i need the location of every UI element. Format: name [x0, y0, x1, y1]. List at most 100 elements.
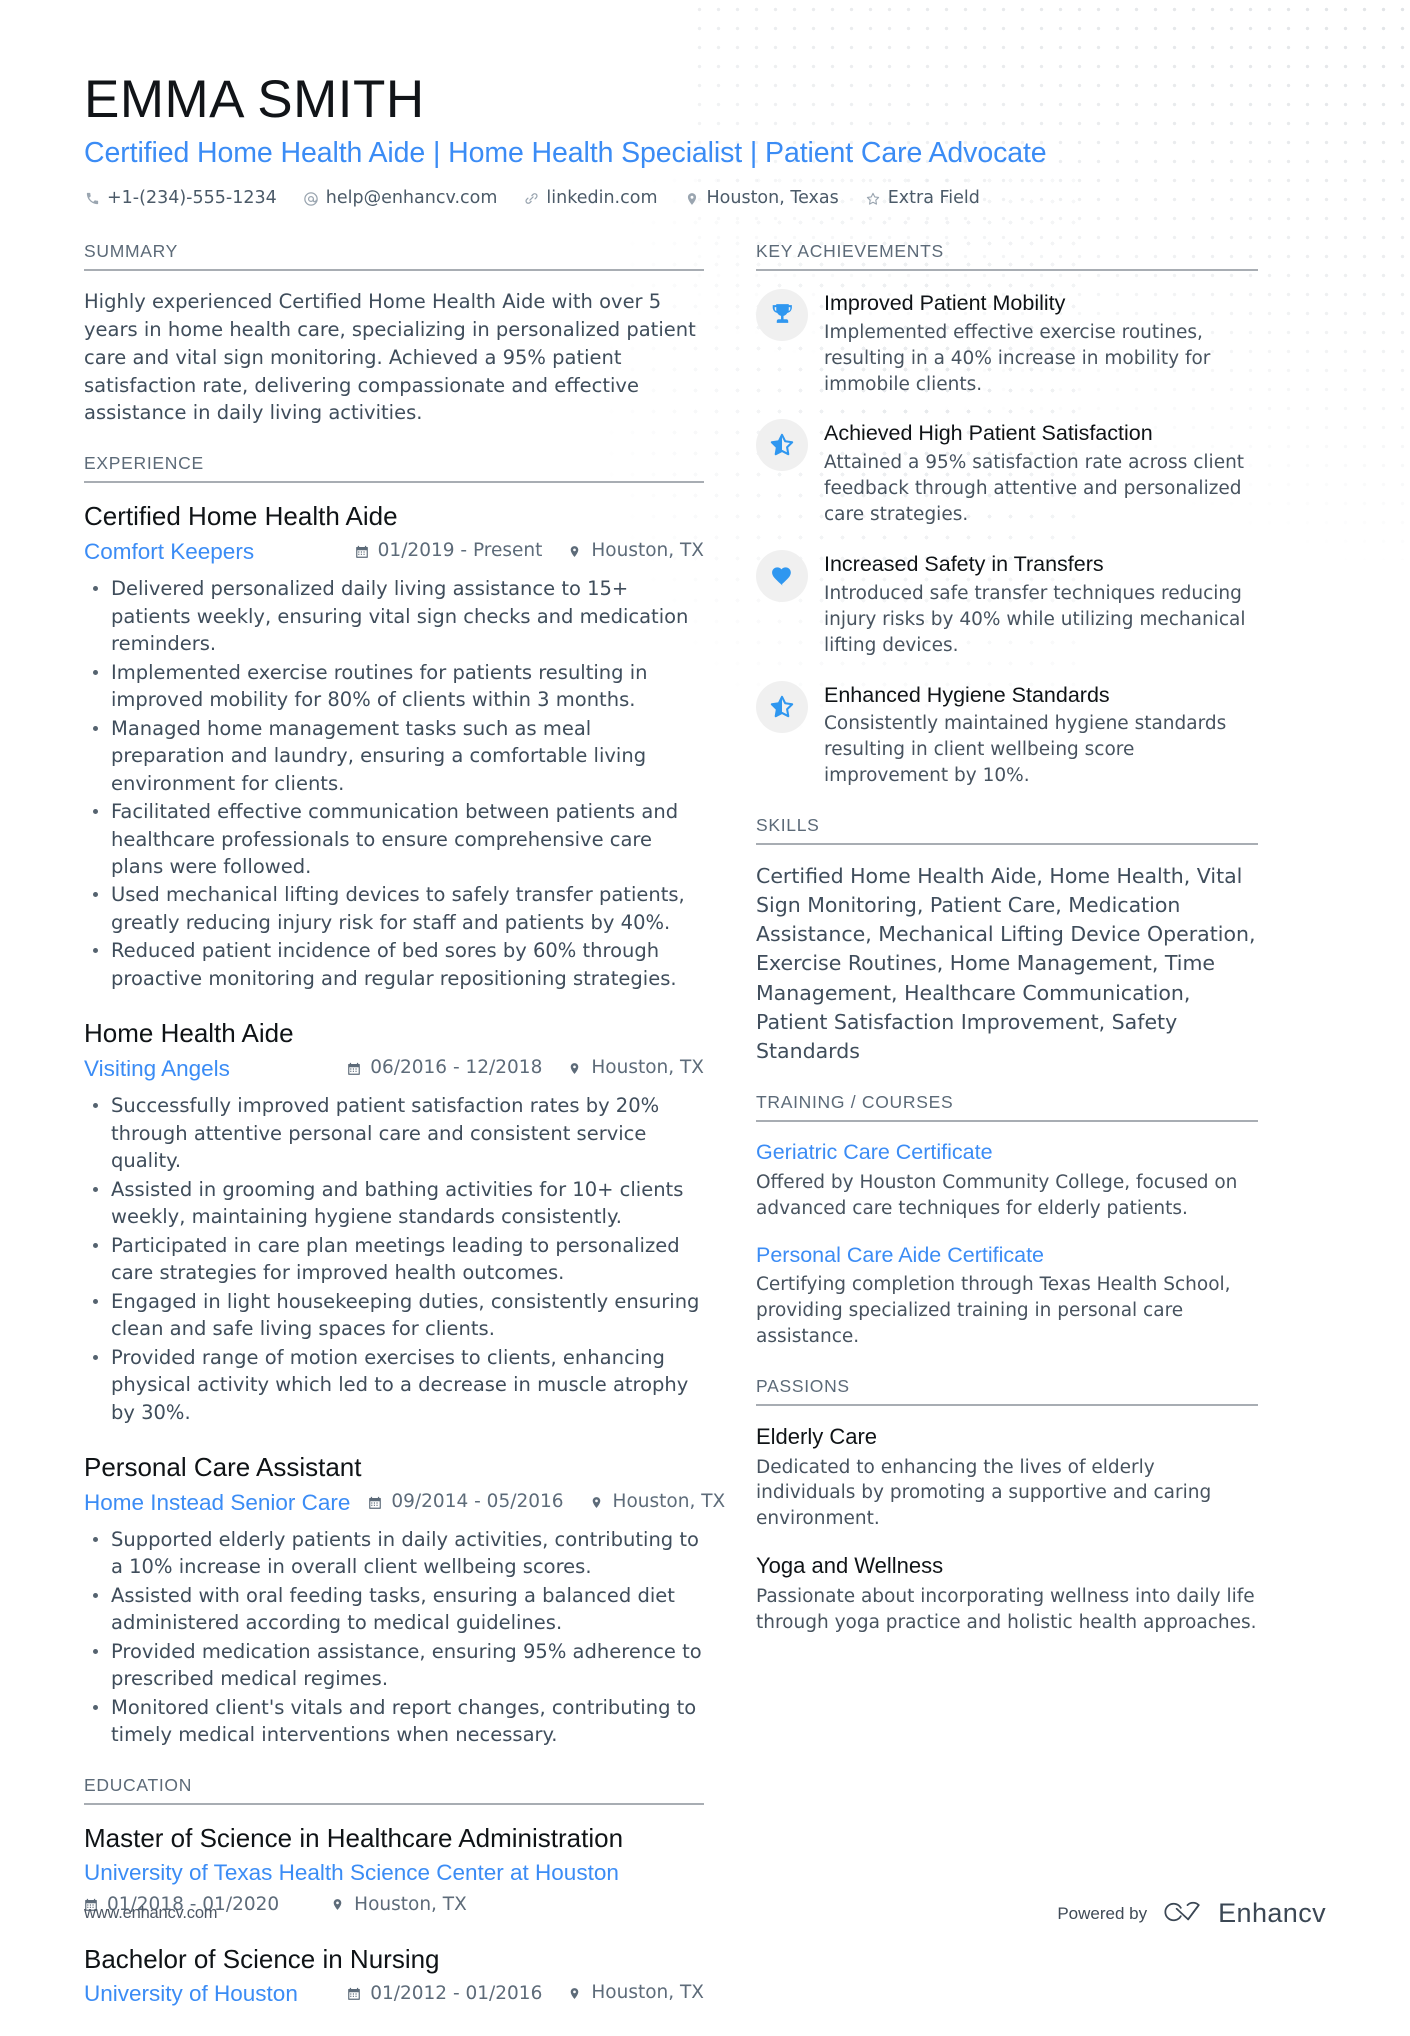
- passion-description: Dedicated to enhancing the lives of elde…: [756, 1456, 1212, 1530]
- training-item: Geriatric Care Certificate Offered by Ho…: [756, 1139, 1258, 1222]
- experience-dates: 09/2014 - 05/2016: [368, 1490, 564, 1515]
- passion-description: Passionate about incorporating wellness …: [756, 1585, 1257, 1633]
- education-location: Houston, TX: [568, 1981, 704, 2006]
- training-name[interactable]: Personal Care Aide Certificate: [756, 1242, 1258, 1269]
- section-title-skills: SKILLS: [756, 815, 1258, 846]
- experience-location-text: Houston, TX: [591, 1056, 704, 1078]
- calendar-icon: [368, 1495, 383, 1510]
- achievement-body: Enhanced Hygiene Standards Consistently …: [824, 680, 1258, 790]
- experience-role: Home Health Aide: [84, 1018, 294, 1049]
- enhancv-brand[interactable]: Enhancv: [1161, 1898, 1326, 1929]
- bullet-item: Reduced patient incidence of bed sores b…: [84, 937, 704, 992]
- candidate-name: EMMA SMITH: [84, 70, 425, 129]
- contact-linkedin-text: linkedin.com: [546, 188, 658, 209]
- education-school[interactable]: University of Texas Health Science Cente…: [84, 1858, 704, 1888]
- achievement-body: Improved Patient Mobility Implemented ef…: [824, 288, 1258, 398]
- education-meta: University of Houston 01/2012 - 01/2016: [84, 1979, 704, 2009]
- section-title-passions: PASSIONS: [756, 1376, 1258, 1407]
- achievement-item: Improved Patient Mobility Implemented ef…: [756, 288, 1258, 398]
- candidate-headline: Certified Home Health Aide | Home Health…: [84, 136, 1047, 169]
- experience-location-text: Houston, TX: [591, 539, 704, 561]
- section-passions: PASSIONS Elderly Care Dedicated to enhan…: [756, 1376, 1258, 1635]
- email-icon: [303, 191, 319, 207]
- experience-meta: Comfort Keepers 01/2019 - Present Housto…: [84, 537, 704, 567]
- experience-location: Houston, TX: [568, 539, 704, 564]
- achievement-body: Achieved High Patient Satisfaction Attai…: [824, 418, 1258, 528]
- section-title-training-courses: TRAINING / COURSES: [756, 1092, 1258, 1122]
- education-school[interactable]: University of Houston: [84, 1979, 298, 2009]
- contact-linkedin[interactable]: linkedin.com: [523, 186, 658, 211]
- enhancv-logo-icon: [1161, 1899, 1207, 1929]
- experience-meta: Home Instead Senior Care 09/2014 - 05/20…: [84, 1488, 725, 1518]
- half-star-icon: [756, 419, 808, 472]
- bullet-item: Delivered personalized daily living assi…: [84, 575, 704, 657]
- bullet-item: Facilitated effective communication betw…: [84, 798, 704, 880]
- link-icon: [523, 191, 539, 207]
- achievement-description: Attained a 95% satisfaction rate across …: [824, 452, 1245, 526]
- heart-icon: [756, 550, 808, 602]
- phone-icon: [84, 191, 100, 207]
- passion-item: Elderly Care Dedicated to enhancing the …: [756, 1423, 1258, 1532]
- experience-dates: 06/2016 - 12/2018: [347, 1056, 542, 1081]
- experience-bullets: Successfully improved patient satisfacti…: [84, 1092, 704, 1426]
- trophy-icon: [756, 288, 808, 341]
- section-title-education: EDUCATION: [84, 1775, 704, 1805]
- contact-list: +1-(234)-555-1234 help@enhancv.com linke…: [84, 186, 1326, 211]
- experience-dates: 01/2019 - Present: [355, 539, 543, 564]
- section-skills: SKILLS Certified Home Health Aide, Home …: [756, 815, 1258, 1066]
- contact-phone[interactable]: +1-(234)-555-1234: [84, 186, 277, 211]
- calendar-icon: [347, 1987, 362, 2002]
- location-icon: [568, 1061, 583, 1076]
- achievement-item: Achieved High Patient Satisfaction Attai…: [756, 418, 1258, 528]
- location-icon: [684, 191, 700, 207]
- column-gap: [704, 241, 756, 2036]
- contact-extra-field-text: Extra Field: [887, 188, 980, 209]
- achievement-description: Implemented effective exercise routines,…: [824, 321, 1211, 395]
- education-dates-text: 01/2012 - 01/2016: [370, 1982, 543, 2004]
- achievement-item: Enhanced Hygiene Standards Consistently …: [756, 680, 1258, 790]
- achievement-body: Increased Safety in Transfers Introduced…: [824, 549, 1258, 659]
- bullet-item: Managed home management tasks such as me…: [84, 715, 704, 797]
- location-icon: [590, 1495, 605, 1510]
- experience-bullets: Delivered personalized daily living assi…: [84, 575, 704, 992]
- left-column: SUMMARY Highly experienced Certified Hom…: [84, 241, 725, 2036]
- contact-extra-field[interactable]: Extra Field: [865, 186, 980, 211]
- skills-text: Certified Home Health Aide, Home Health,…: [756, 864, 1256, 1063]
- training-name[interactable]: Geriatric Care Certificate: [756, 1139, 1258, 1166]
- footer-website-url[interactable]: www.enhancv.com: [84, 1904, 218, 1923]
- training-item: Personal Care Aide Certificate Certifyin…: [756, 1242, 1258, 1351]
- enhancv-brand-name: Enhancv: [1218, 1898, 1326, 1928]
- section-experience: EXPERIENCE Certified Home Health Aide Co…: [84, 453, 725, 1749]
- experience-company[interactable]: Visiting Angels: [84, 1054, 230, 1084]
- achievement-title: Enhanced Hygiene Standards: [824, 682, 1110, 707]
- section-title-summary: SUMMARY: [84, 241, 704, 271]
- bullet-item: Provided range of motion exercises to cl…: [84, 1344, 704, 1426]
- location-icon: [568, 544, 583, 559]
- calendar-icon: [355, 544, 370, 559]
- experience-company[interactable]: Comfort Keepers: [84, 537, 254, 567]
- experience-dates-text: 01/2019 - Present: [377, 540, 543, 562]
- experience-bullets: Supported elderly patients in daily acti…: [84, 1526, 704, 1749]
- passion-name: Yoga and Wellness: [756, 1553, 944, 1579]
- experience-role: Certified Home Health Aide: [84, 501, 398, 532]
- experience-entry: Personal Care Assistant Home Instead Sen…: [84, 1451, 725, 1749]
- resume-header: EMMA SMITH Certified Home Health Aide | …: [84, 72, 1326, 211]
- resume-footer: www.enhancv.com Powered by Enhancv: [0, 1898, 1410, 1929]
- experience-role: Personal Care Assistant: [84, 1452, 362, 1483]
- experience-meta: Visiting Angels 06/2016 - 12/2018 Housto…: [84, 1054, 704, 1084]
- training-description: Offered by Houston Community College, fo…: [756, 1171, 1238, 1219]
- bullet-item: Supported elderly patients in daily acti…: [84, 1526, 704, 1581]
- achievement-item: Increased Safety in Transfers Introduced…: [756, 549, 1258, 659]
- bullet-item: Used mechanical lifting devices to safel…: [84, 881, 704, 936]
- experience-dates-text: 06/2016 - 12/2018: [370, 1057, 543, 1079]
- bullet-item: Assisted with oral feeding tasks, ensuri…: [84, 1582, 704, 1637]
- resume-page: EMMA SMITH Certified Home Health Aide | …: [0, 0, 1410, 2006]
- bullet-item: Assisted in grooming and bathing activit…: [84, 1176, 704, 1231]
- bullet-item: Participated in care plan meetings leadi…: [84, 1232, 704, 1287]
- section-education: EDUCATION Master of Science in Healthcar…: [84, 1775, 704, 2010]
- powered-by-label: Powered by: [1057, 1903, 1148, 1923]
- achievement-description: Introduced safe transfer techniques redu…: [824, 582, 1246, 656]
- contact-location[interactable]: Houston, Texas: [684, 186, 839, 211]
- experience-company[interactable]: Home Instead Senior Care: [84, 1488, 350, 1518]
- contact-email[interactable]: help@enhancv.com: [303, 186, 497, 211]
